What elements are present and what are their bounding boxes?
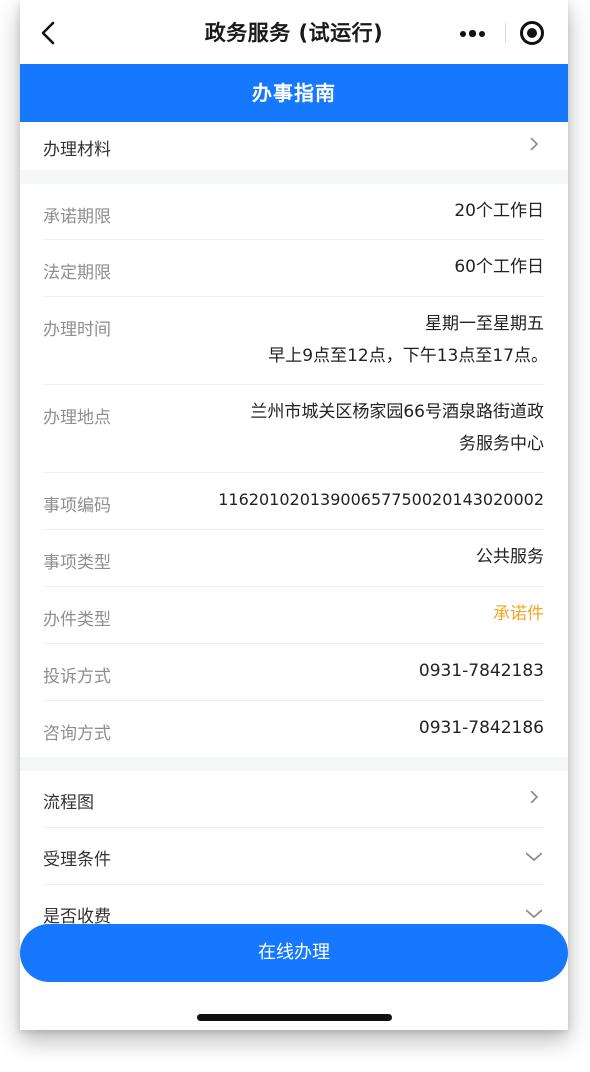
info-value: 60个工作日 xyxy=(454,257,544,277)
section-gap xyxy=(20,170,568,184)
info-row: 咨询方式 0931-7842186 xyxy=(20,701,568,757)
materials-label: 办理材料 xyxy=(43,140,111,160)
acceptance-conditions-row[interactable]: 受理条件 xyxy=(20,828,568,885)
info-key: 办理地点 xyxy=(43,408,111,428)
info-row: 承诺期限 20个工作日 xyxy=(20,184,568,240)
info-value: 11620102013900657750020143020002 xyxy=(218,490,544,509)
info-row: 法定期限 60个工作日 xyxy=(20,240,568,297)
more-button[interactable] xyxy=(454,16,504,50)
info-row: 办理地点 兰州市城关区杨家园66号酒泉路街道政 务服务中心 xyxy=(20,385,568,473)
info-key: 事项类型 xyxy=(43,553,111,573)
section-label: 流程图 xyxy=(43,793,94,813)
section-gap xyxy=(20,757,568,771)
nav-bar: 政务服务 (试运行) xyxy=(20,0,568,64)
info-key: 事项编码 xyxy=(43,496,111,516)
info-list: 承诺期限 20个工作日 法定期限 60个工作日 办理时间 星期一至星期五 早上9… xyxy=(20,184,568,757)
chevron-right-icon xyxy=(530,791,539,803)
info-row: 事项类型 公共服务 xyxy=(20,530,568,587)
info-key: 办理时间 xyxy=(43,320,111,340)
chevron-right-icon xyxy=(530,138,539,150)
info-value-line1: 兰州市城关区杨家园66号酒泉路街道政 xyxy=(250,402,544,422)
info-row: 办件类型 承诺件 xyxy=(20,587,568,644)
home-indicator xyxy=(197,1014,392,1021)
info-value-line1: 星期一至星期五 xyxy=(425,314,544,334)
info-value-line2: 早上9点至12点，下午13点至17点。 xyxy=(268,346,548,366)
guide-banner: 办事指南 xyxy=(20,64,568,122)
complaint-phone[interactable]: 0931-7842183 xyxy=(419,655,544,687)
status-badge: 承诺件 xyxy=(493,604,544,624)
consult-phone[interactable]: 0931-7842186 xyxy=(419,712,544,744)
info-value: 公共服务 xyxy=(476,547,544,567)
materials-row[interactable]: 办理材料 xyxy=(20,122,568,170)
apply-online-button[interactable]: 在线办理 xyxy=(20,924,568,982)
section-label: 受理条件 xyxy=(43,850,111,870)
info-key: 投诉方式 xyxy=(43,667,111,687)
info-key: 咨询方式 xyxy=(43,724,111,744)
guide-content: 办理材料 承诺期限 20个工作日 法定期限 60个工作日 办理时间 星期一至星期… xyxy=(20,122,568,942)
info-row: 投诉方式 0931-7842183 xyxy=(20,644,568,701)
info-key: 办件类型 xyxy=(43,610,111,630)
chevron-down-icon xyxy=(526,852,542,862)
chevron-down-icon xyxy=(526,909,542,919)
info-row: 事项编码 11620102013900657750020143020002 xyxy=(20,473,568,530)
info-key: 法定期限 xyxy=(43,263,111,283)
phone-screen: 政务服务 (试运行) 办事指南 办理材料 承诺期限 20个工作日 法定期限 60… xyxy=(20,0,568,1030)
info-row: 办理时间 星期一至星期五 早上9点至12点，下午13点至17点。 xyxy=(20,297,568,385)
close-button[interactable] xyxy=(506,16,556,50)
mini-program-capsule xyxy=(454,16,556,50)
info-value-line2: 务服务中心 xyxy=(459,434,544,454)
info-value: 20个工作日 xyxy=(454,201,544,221)
flowchart-row[interactable]: 流程图 xyxy=(20,771,568,828)
info-key: 承诺期限 xyxy=(43,207,111,227)
